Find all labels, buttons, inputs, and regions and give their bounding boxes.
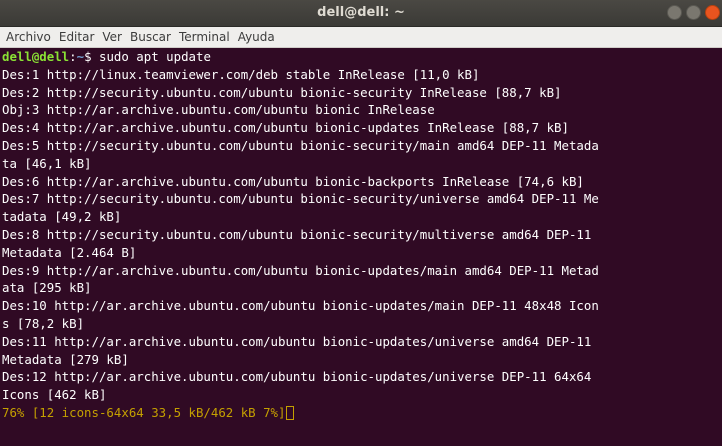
output-line: Des:7 http://security.ubuntu.com/ubuntu … (2, 191, 599, 207)
output-line: Des:9 http://ar.archive.ubuntu.com/ubunt… (2, 262, 599, 278)
progress-text: 76% [12 icons-64x64 33,5 kB/462 kB 7%] (2, 404, 286, 420)
output-line: ata [295 kB] (2, 280, 92, 296)
output-line: Des:11 http://ar.archive.ubuntu.com/ubun… (2, 333, 592, 349)
close-icon[interactable] (705, 5, 720, 20)
title-bar[interactable]: dell@dell: ~ (0, 0, 722, 27)
progress-line: 76% [12 icons-64x64 33,5 kB/462 kB 7%] (2, 404, 722, 422)
output-line: Des:2 http://security.ubuntu.com/ubuntu … (2, 84, 562, 100)
text-cursor (286, 405, 295, 420)
prompt-separator: : (69, 49, 77, 64)
terminal-area[interactable]: dell@dell:~$ sudo apt update Des:1 http:… (0, 48, 722, 446)
output-line: tadata [49,2 kB] (2, 209, 122, 225)
output-line: Des:4 http://ar.archive.ubuntu.com/ubunt… (2, 120, 569, 136)
output-line: Des:8 http://security.ubuntu.com/ubuntu … (2, 226, 592, 242)
prompt-line: dell@dell:~$ sudo apt update (2, 48, 722, 66)
terminal-window: dell@dell: ~ Archivo Editar Ver Buscar T… (0, 0, 722, 446)
window-title: dell@dell: ~ (317, 5, 405, 20)
output-line: Des:6 http://ar.archive.ubuntu.com/ubunt… (2, 173, 584, 189)
prompt-path: ~ (76, 49, 85, 64)
output-line: ta [46,1 kB] (2, 155, 92, 171)
prompt-command: sudo apt update (91, 49, 211, 64)
prompt-symbol: $ (84, 49, 92, 64)
output-line: Icons [462 kB] (2, 387, 107, 403)
window-controls (667, 5, 720, 21)
output-line: s [78,2 kB] (2, 315, 85, 331)
menu-terminal[interactable]: Terminal (174, 30, 233, 44)
menu-buscar[interactable]: Buscar (125, 30, 174, 44)
minimize-icon[interactable] (667, 5, 682, 20)
output-line: Obj:3 http://ar.archive.ubuntu.com/ubunt… (2, 102, 435, 118)
output-line: Des:1 http://linux.teamviewer.com/deb st… (2, 66, 480, 82)
menu-archivo[interactable]: Archivo (0, 30, 54, 44)
output-line: Des:12 http://ar.archive.ubuntu.com/ubun… (2, 369, 592, 385)
menu-ayuda[interactable]: Ayuda (233, 30, 278, 44)
menu-bar: Archivo Editar Ver Buscar Terminal Ayuda (0, 27, 722, 48)
output-line: Des:5 http://security.ubuntu.com/ubuntu … (2, 137, 599, 153)
output-line: Metadata [2.464 B] (2, 244, 137, 260)
prompt-user-host: dell@dell (2, 49, 70, 64)
menu-ver[interactable]: Ver (97, 30, 125, 44)
menu-editar[interactable]: Editar (54, 30, 98, 44)
output-line: Des:10 http://ar.archive.ubuntu.com/ubun… (2, 298, 599, 314)
output-line: Metadata [279 kB] (2, 351, 129, 367)
maximize-icon[interactable] (686, 5, 701, 20)
